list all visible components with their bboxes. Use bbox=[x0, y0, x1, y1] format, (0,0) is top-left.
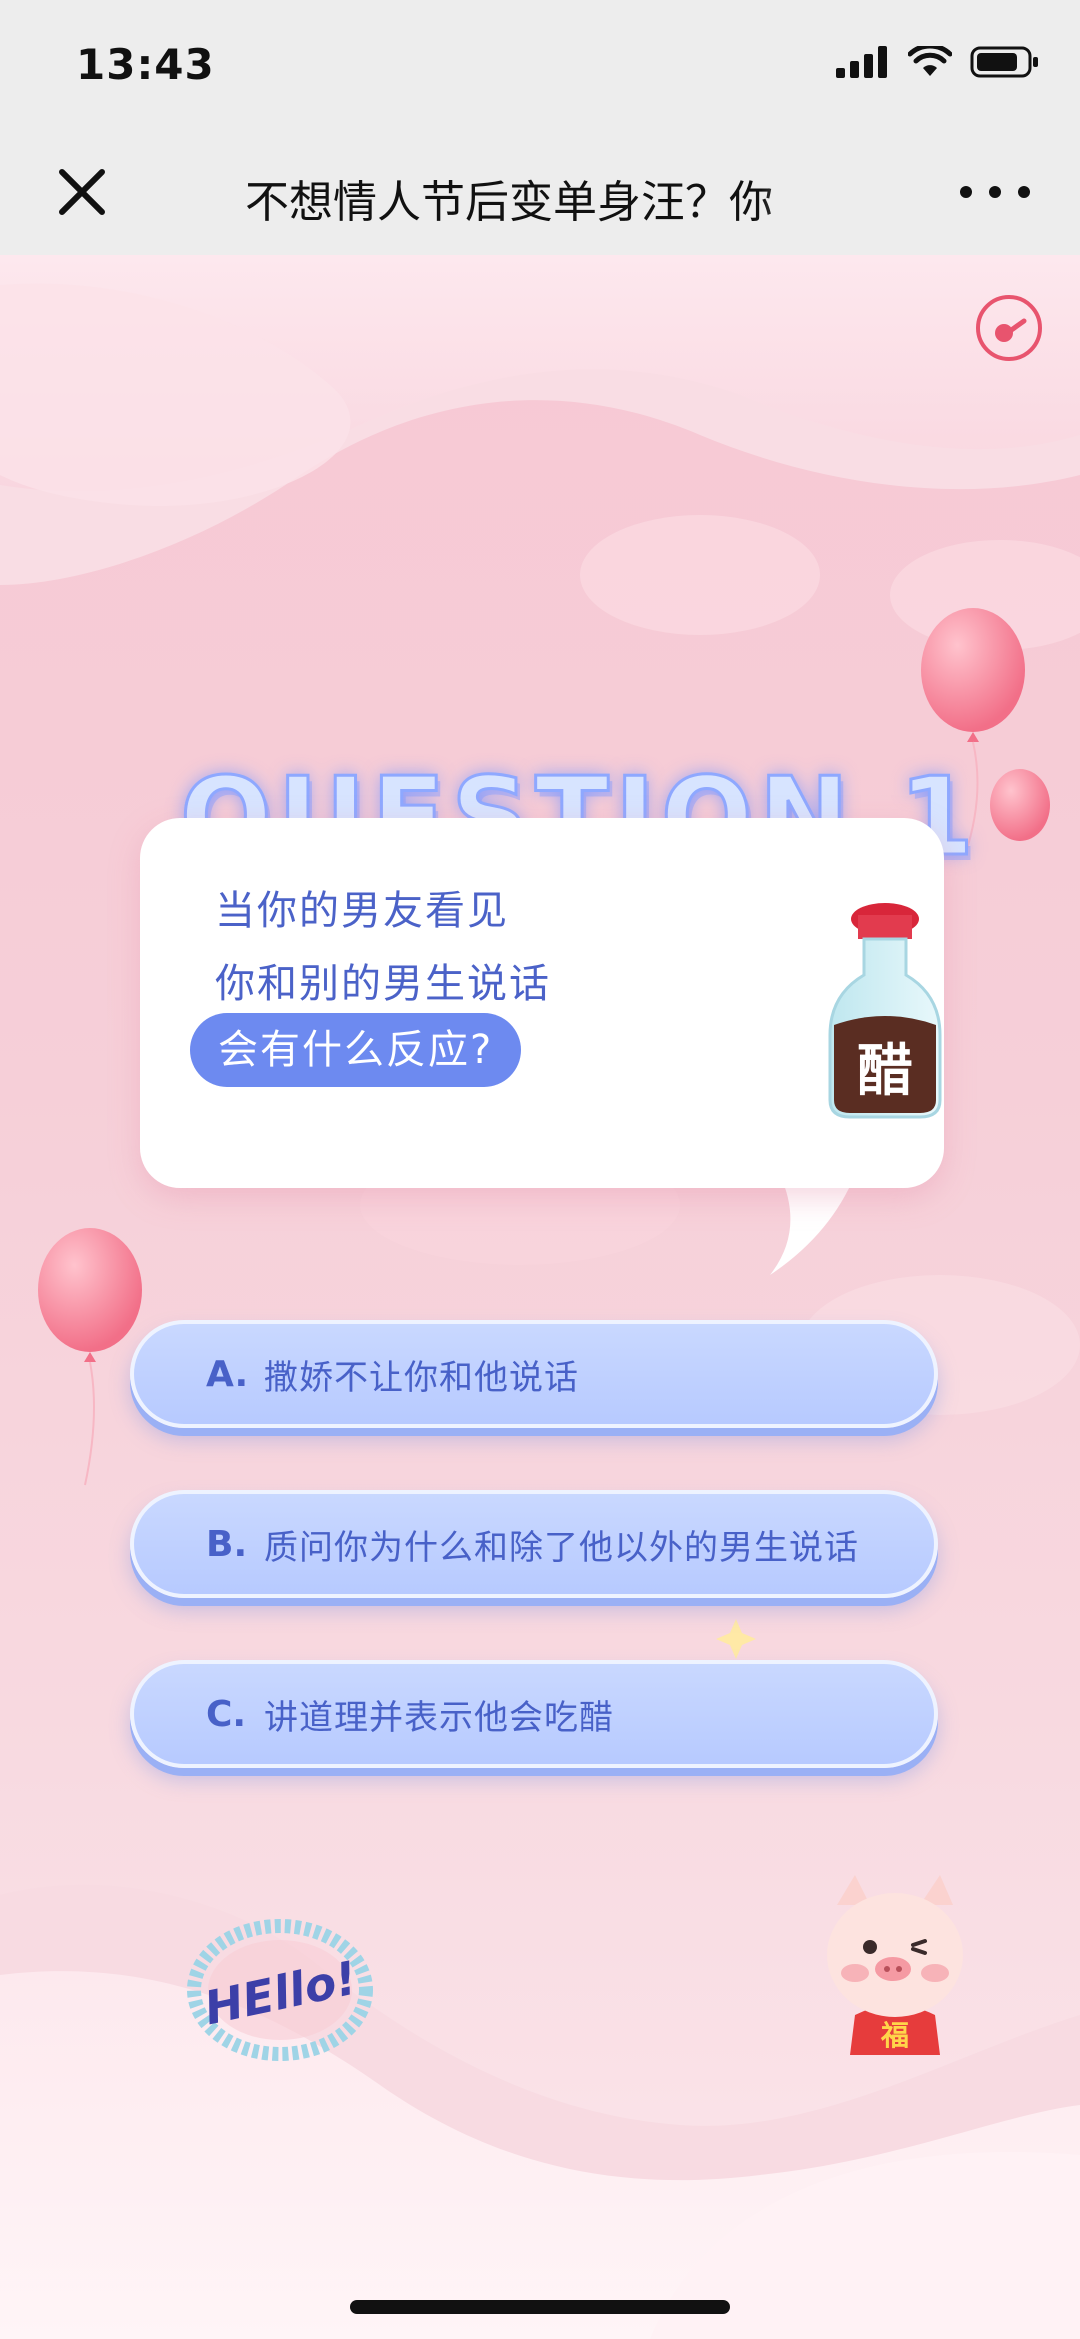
battery-icon bbox=[970, 46, 1038, 78]
close-icon bbox=[59, 169, 105, 215]
option-text: 讲道理并表示他会吃醋 bbox=[264, 1697, 614, 1738]
bottle-label: 醋 bbox=[857, 1039, 913, 1104]
question-line: 当你的男友看见 bbox=[215, 888, 509, 934]
option-letter: B. bbox=[206, 1523, 248, 1565]
option-b-button[interactable]: B. 质问你为什么和除了他以外的男生说话 bbox=[130, 1490, 938, 1598]
quiz-page: QUESTION 1 当你的男友看见 你和别的男生说话 会有什么反应? 醋 A.… bbox=[0, 255, 1080, 2339]
music-note-icon bbox=[995, 318, 1027, 342]
close-button[interactable] bbox=[50, 160, 114, 224]
option-letter: A. bbox=[206, 1353, 249, 1395]
option-a-button[interactable]: A. 撒娇不让你和他说话 bbox=[130, 1320, 938, 1428]
status-icons bbox=[836, 46, 1040, 78]
vinegar-bottle-icon: 醋 bbox=[828, 903, 942, 1119]
option-text: 撒娇不让你和他说话 bbox=[264, 1357, 579, 1398]
more-dot-icon bbox=[960, 186, 972, 198]
signal-icon bbox=[836, 46, 887, 78]
hello-sticker: HEllo! bbox=[187, 1919, 373, 2061]
status-bar: 13:43 bbox=[0, 0, 1080, 130]
option-letter: C. bbox=[206, 1693, 247, 1735]
more-options-button[interactable] bbox=[960, 170, 1030, 214]
wifi-icon bbox=[908, 46, 952, 76]
question-line: 你和别的男生说话 bbox=[215, 961, 551, 1007]
pig-badge: 福 bbox=[880, 2019, 909, 2052]
pig-mascot-icon: 福 bbox=[827, 1875, 963, 2055]
more-dot-icon bbox=[1018, 186, 1030, 198]
more-dot-icon bbox=[989, 186, 1001, 198]
option-c-button[interactable]: C. 讲道理并表示他会吃醋 bbox=[130, 1660, 938, 1768]
status-time: 13:43 bbox=[76, 40, 215, 89]
nav-bar: 不想情人节后变单身汪？你 bbox=[0, 130, 1080, 255]
music-toggle-button[interactable] bbox=[976, 295, 1042, 361]
home-indicator[interactable] bbox=[350, 2300, 730, 2314]
question-highlight: 会有什么反应? bbox=[190, 1013, 522, 1087]
option-text: 质问你为什么和除了他以外的男生说话 bbox=[264, 1527, 859, 1568]
speech-bubble-tail bbox=[770, 1175, 855, 1275]
page-title: 不想情人节后变单身汪？你 bbox=[245, 177, 773, 228]
